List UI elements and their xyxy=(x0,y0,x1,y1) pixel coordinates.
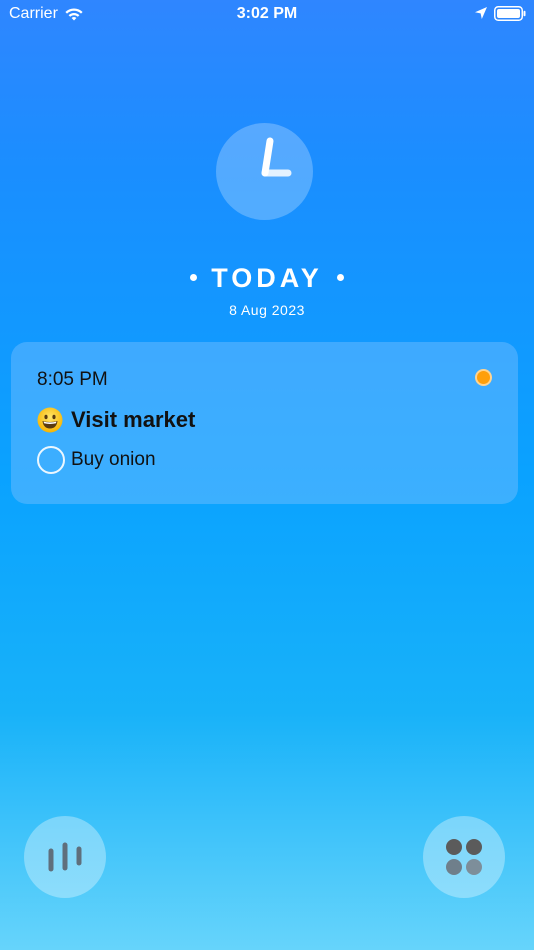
task-checkbox[interactable] xyxy=(37,446,65,474)
status-time: 3:02 PM xyxy=(236,5,298,22)
status-bar: Carrier 3:02 PM xyxy=(0,0,534,28)
page-date: 8 Aug 2023 xyxy=(229,302,305,318)
grinning-face-icon xyxy=(37,407,63,433)
event-time: 8:05 PM xyxy=(37,369,108,390)
grid-dots-icon xyxy=(446,839,482,875)
task-item[interactable]: Buy onion xyxy=(37,446,156,474)
page-title-text: TODAY xyxy=(211,263,323,293)
bar-chart-icon xyxy=(48,842,82,872)
event-status-dot xyxy=(475,369,492,386)
title-dot-right xyxy=(336,274,344,282)
title-dot-left xyxy=(190,274,198,282)
page-title: TODAY xyxy=(0,263,534,294)
battery-icon xyxy=(494,6,526,21)
event-title-row: Visit market xyxy=(37,407,195,433)
task-label: Buy onion xyxy=(71,449,156,470)
menu-button[interactable] xyxy=(423,816,505,898)
event-title: Visit market xyxy=(71,407,196,432)
clock-icon xyxy=(261,137,292,177)
stats-button[interactable] xyxy=(24,816,106,898)
clock-badge xyxy=(216,123,313,220)
location-arrow-icon xyxy=(474,6,488,20)
event-card[interactable]: 8:05 PM Visit market Buy onion xyxy=(11,342,518,504)
